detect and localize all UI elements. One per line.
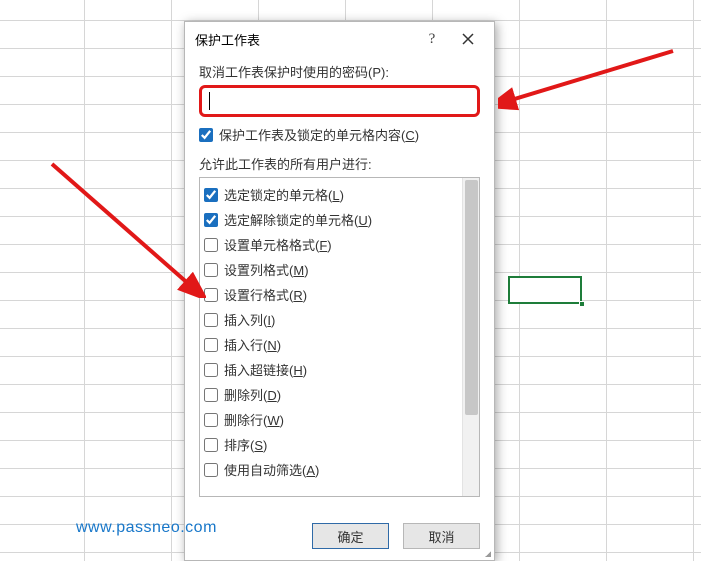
- cancel-button[interactable]: 取消: [403, 523, 480, 549]
- active-cell[interactable]: [508, 276, 582, 304]
- ok-button[interactable]: 确定: [312, 523, 389, 549]
- permission-item[interactable]: 设置列格式(M): [204, 257, 475, 282]
- permission-label: 设置单元格格式(F): [224, 235, 332, 254]
- titlebar: 保护工作表 ?: [185, 22, 494, 56]
- permission-label: 选定锁定的单元格(L): [224, 185, 344, 204]
- permission-label: 插入行(N): [224, 335, 281, 354]
- permission-label: 选定解除锁定的单元格(U): [224, 210, 372, 229]
- permission-checkbox[interactable]: [204, 463, 218, 477]
- permission-item[interactable]: 删除列(D): [204, 382, 475, 407]
- permission-item[interactable]: 插入列(I): [204, 307, 475, 332]
- protect-sheet-dialog: 保护工作表 ? 取消工作表保护时使用的密码(P): 保护工作表及锁定的单元格内容…: [184, 21, 495, 561]
- dialog-title: 保护工作表: [195, 30, 414, 49]
- permission-item[interactable]: 使用自动筛选(A): [204, 457, 475, 482]
- permission-item[interactable]: 排序(S): [204, 432, 475, 457]
- scrollbar-thumb[interactable]: [465, 180, 478, 415]
- permission-checkbox[interactable]: [204, 363, 218, 377]
- close-icon: [462, 33, 474, 45]
- fill-handle[interactable]: [579, 301, 585, 307]
- permission-label: 设置列格式(M): [224, 260, 309, 279]
- button-row: 确定 取消: [185, 512, 494, 560]
- permission-checkbox[interactable]: [204, 413, 218, 427]
- permission-label: 插入超链接(H): [224, 360, 307, 379]
- permission-checkbox[interactable]: [204, 338, 218, 352]
- permission-checkbox[interactable]: [204, 188, 218, 202]
- protect-checkbox[interactable]: [199, 128, 213, 142]
- password-field-wrap: [199, 85, 480, 117]
- scrollbar[interactable]: [462, 178, 479, 496]
- permission-item[interactable]: 插入行(N): [204, 332, 475, 357]
- permission-checkbox[interactable]: [204, 238, 218, 252]
- permission-item[interactable]: 插入超链接(H): [204, 357, 475, 382]
- permission-item[interactable]: 设置行格式(R): [204, 282, 475, 307]
- permission-item[interactable]: 选定锁定的单元格(L): [204, 182, 475, 207]
- permission-checkbox[interactable]: [204, 213, 218, 227]
- protect-checkbox-label: 保护工作表及锁定的单元格内容(C): [219, 125, 419, 144]
- permission-label: 设置行格式(R): [224, 285, 307, 304]
- password-label: 取消工作表保护时使用的密码(P):: [199, 62, 480, 81]
- permission-label: 排序(S): [224, 435, 267, 454]
- allow-label: 允许此工作表的所有用户进行:: [199, 154, 480, 173]
- permission-item[interactable]: 删除行(W): [204, 407, 475, 432]
- permissions-list-inner: 选定锁定的单元格(L) 选定解除锁定的单元格(U) 设置单元格格式(F) 设置列格式(…: [200, 178, 479, 486]
- protect-checkbox-row[interactable]: 保护工作表及锁定的单元格内容(C): [199, 125, 480, 144]
- permission-checkbox[interactable]: [204, 288, 218, 302]
- permission-label: 插入列(I): [224, 310, 275, 329]
- close-button[interactable]: [450, 26, 486, 52]
- permission-label: 删除行(W): [224, 410, 284, 429]
- permission-checkbox[interactable]: [204, 388, 218, 402]
- password-input[interactable]: [199, 85, 480, 117]
- watermark: www.passneo.com: [76, 519, 217, 537]
- permission-item[interactable]: 设置单元格格式(F): [204, 232, 475, 257]
- permission-checkbox[interactable]: [204, 313, 218, 327]
- resize-grip[interactable]: [479, 545, 491, 557]
- permissions-list: 选定锁定的单元格(L) 选定解除锁定的单元格(U) 设置单元格格式(F) 设置列格式(…: [199, 177, 480, 497]
- permission-item[interactable]: 选定解除锁定的单元格(U): [204, 207, 475, 232]
- permission-label: 使用自动筛选(A): [224, 460, 319, 479]
- help-button[interactable]: ?: [414, 26, 450, 52]
- dialog-body: 取消工作表保护时使用的密码(P): 保护工作表及锁定的单元格内容(C) 允许此工…: [185, 56, 494, 512]
- text-caret: [209, 92, 210, 110]
- permission-checkbox[interactable]: [204, 263, 218, 277]
- permission-checkbox[interactable]: [204, 438, 218, 452]
- permission-label: 删除列(D): [224, 385, 281, 404]
